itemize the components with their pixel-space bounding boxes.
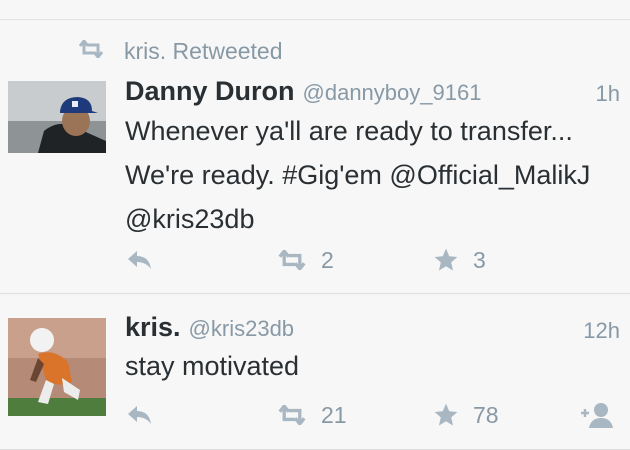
retweeted-by-label: kris. Retweeted <box>124 37 283 64</box>
tweet-text: stay motivated <box>125 344 620 388</box>
favorite-button[interactable]: 78 <box>433 400 499 430</box>
retweet-button[interactable]: 21 <box>277 400 347 430</box>
author-handle[interactable]: @kris23db <box>189 316 295 342</box>
tweet[interactable]: kris. Retweeted Danny Duron @dannyboy_91… <box>0 21 630 294</box>
tweet-text-line[interactable]: We're ready. #Gig'em @Official_MalikJ <box>125 153 620 197</box>
retweet-icon <box>277 250 307 270</box>
tweet-timestamp[interactable]: 1h <box>596 81 620 107</box>
follow-button[interactable] <box>579 400 615 430</box>
tweet-text: Whenever ya'll are ready to transfer... … <box>125 109 620 241</box>
star-icon <box>433 402 459 428</box>
retweet-count: 2 <box>321 246 334 273</box>
retweeted-by-row: kris. Retweeted <box>78 36 283 66</box>
tweet-actions: 2 3 <box>125 245 620 275</box>
favorite-count: 3 <box>473 246 486 273</box>
author-handle[interactable]: @dannyboy_9161 <box>303 80 482 106</box>
tweet-header: kris. @kris23db <box>125 312 294 343</box>
reply-button[interactable] <box>125 245 153 275</box>
avatar[interactable] <box>8 81 106 153</box>
retweet-button[interactable]: 2 <box>277 245 334 275</box>
tweet-text-line: stay motivated <box>125 351 300 381</box>
tweet[interactable]: kris. @kris23db 12h stay motivated 21 78 <box>0 296 630 450</box>
tweet-header: Danny Duron @dannyboy_9161 <box>125 76 481 107</box>
reply-icon <box>125 249 153 271</box>
tweet-actions: 21 78 <box>125 400 620 430</box>
retweet-icon <box>78 38 104 63</box>
retweet-count: 21 <box>321 401 347 428</box>
author-name[interactable]: kris. <box>125 312 181 343</box>
tweet-text-line[interactable]: @kris23db <box>125 197 620 241</box>
star-icon <box>433 247 459 273</box>
add-user-icon <box>579 401 615 429</box>
favorite-button[interactable]: 3 <box>433 245 486 275</box>
retweet-icon <box>277 405 307 425</box>
tweet-timestamp[interactable]: 12h <box>583 318 620 344</box>
avatar[interactable] <box>8 318 106 416</box>
reply-button[interactable] <box>125 400 153 430</box>
reply-icon <box>125 404 153 426</box>
favorite-count: 78 <box>473 401 499 428</box>
previous-tweet-edge <box>0 0 630 20</box>
author-name[interactable]: Danny Duron <box>125 76 295 107</box>
tweet-text-line: Whenever ya'll are ready to transfer... <box>125 116 573 146</box>
